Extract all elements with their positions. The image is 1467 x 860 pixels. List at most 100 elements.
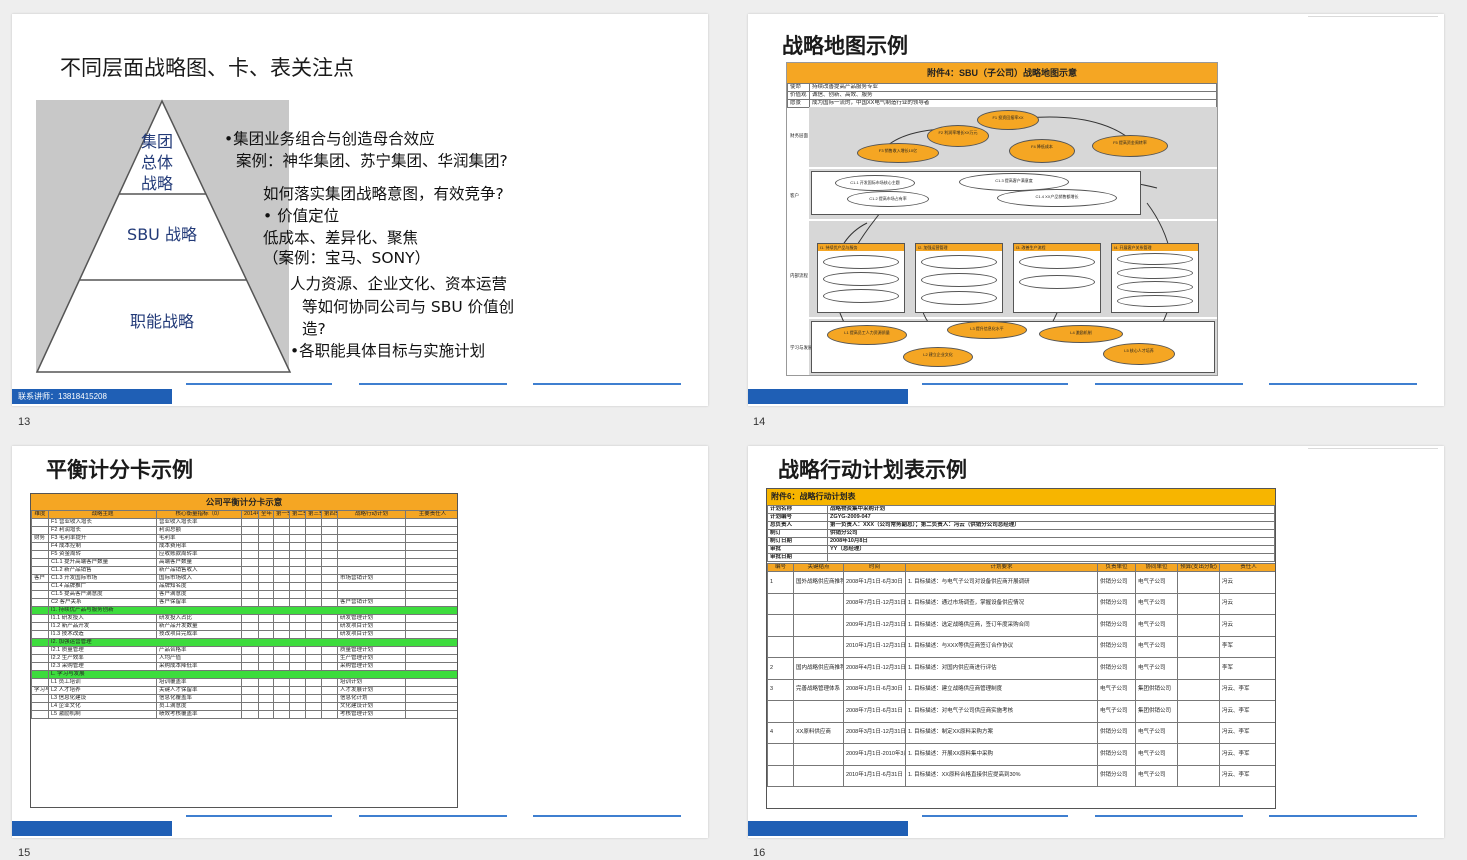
info-label: 制订 bbox=[767, 529, 828, 538]
table-cell bbox=[289, 710, 306, 719]
table-cell bbox=[258, 614, 274, 623]
table-cell bbox=[1177, 657, 1220, 680]
column-header: 维度 bbox=[31, 510, 49, 519]
column-header: 主要责任人 bbox=[405, 510, 457, 519]
table-cell: 冯云 bbox=[1219, 614, 1275, 637]
table-cell bbox=[31, 614, 49, 623]
table-cell: 文化建设计划 bbox=[337, 702, 406, 711]
table-cell bbox=[273, 622, 290, 631]
table-cell bbox=[321, 526, 338, 535]
table-cell: 供销分公司 bbox=[1097, 721, 1136, 744]
table-cell bbox=[31, 558, 49, 567]
table-cell bbox=[405, 622, 457, 631]
table-cell: 1. 目标描述：通过市场调查，掌握设备供应情况 bbox=[905, 592, 1098, 615]
table-cell bbox=[793, 614, 844, 637]
customer-oval: C1.1 开发国际市场核心主题 bbox=[835, 175, 915, 191]
table-row: 2008年7月1日-6月31日 1. 目标描述：对电气子公司供应商实施考核 电气子公… bbox=[767, 700, 1275, 723]
table-cell: 1. 目标描述：对电气子公司供应商实施考核 bbox=[905, 700, 1098, 723]
table-row: 2008年7月1日-12月31日 1. 目标描述：通过市场调查，掌握设备供应情况供… bbox=[767, 592, 1275, 615]
table-cell bbox=[405, 710, 457, 719]
table-cell bbox=[337, 542, 406, 551]
learning-oval: L3 提升信息化水平 bbox=[947, 321, 1027, 339]
table-cell bbox=[305, 542, 322, 551]
slide-15[interactable]: 平衡计分卡示例 公司平衡计分卡示意 维度战略主题核心衡量指标（0）2014年目标… bbox=[12, 446, 708, 838]
table-cell bbox=[793, 764, 844, 787]
table-cell bbox=[241, 662, 259, 671]
table-cell bbox=[273, 598, 290, 607]
table-cell bbox=[405, 662, 457, 671]
table-cell bbox=[767, 700, 794, 723]
table-row: 2010年1月1日-6月31日 1. 目标描述：XX原料合格直接供应提高到30% 供… bbox=[767, 764, 1275, 787]
table-cell: 电气子公司 bbox=[1135, 592, 1178, 615]
table-cell bbox=[241, 614, 259, 623]
table-cell bbox=[337, 582, 406, 591]
table-cell: 市场营销计划 bbox=[337, 574, 406, 583]
table-cell: 研发投入占比 bbox=[156, 614, 242, 623]
slide-13[interactable]: 不同层面战略图、卡、表关注点 集团 总体 战略 SBU 战略 职能战略 •集团业… bbox=[12, 14, 708, 406]
table-cell bbox=[305, 550, 322, 559]
table-row: 财务 F3 毛利率提升 毛利率 bbox=[31, 534, 457, 543]
slide-title: 不同层面战略图、卡、表关注点 bbox=[60, 56, 354, 80]
table-cell bbox=[273, 518, 290, 527]
slide-number: 13 bbox=[18, 416, 31, 428]
footer-line bbox=[359, 815, 507, 817]
table-cell: 完善战略管理体系 bbox=[793, 678, 844, 701]
bullet-line: 人力资源、企业文化、资本运营 bbox=[290, 275, 508, 293]
table-cell bbox=[241, 686, 259, 695]
slide-16[interactable]: 战略行动计划表示例 附件6：战略行动计划表 计划名称 战略物资集中采购计划 计划编号… bbox=[748, 446, 1444, 838]
process-box-title: I4. 开展客户关系管理 bbox=[1112, 244, 1198, 251]
process-oval bbox=[823, 272, 899, 286]
finance-oval: F3 销售收入增长10亿 bbox=[857, 143, 939, 163]
table-cell bbox=[289, 518, 306, 527]
table-row: F4 成本控制 成本费用率 bbox=[31, 542, 457, 551]
table-cell: 冯云 bbox=[1219, 571, 1275, 594]
table-cell: 员工满意度 bbox=[156, 702, 242, 711]
table-cell bbox=[241, 702, 259, 711]
table-cell: 信息化计划 bbox=[337, 694, 406, 703]
table-cell bbox=[321, 614, 338, 623]
process-box-title: I1. 持续优产品与服务 bbox=[818, 244, 904, 251]
table-row: 2010年1月1日-12月31日 1. 目标描述：与XXX等供应商签订合作协议 供销… bbox=[767, 635, 1275, 658]
table-cell: 电气子公司 bbox=[1135, 721, 1178, 744]
table-cell: 电气子公司 bbox=[1135, 657, 1178, 680]
table-cell: L5 激励机制 bbox=[48, 710, 157, 719]
scorecard-table: 维度战略主题核心衡量指标（0）2014年目标全年第一季度第二季度第三季度第四季度… bbox=[31, 510, 457, 719]
table-cell bbox=[241, 518, 259, 527]
table-cell bbox=[305, 710, 322, 719]
table-row: L3 信息化建设 信息化覆盖率 信息化计划 bbox=[31, 694, 457, 703]
slide-14[interactable]: 战略地图示例 附件4：SBU（子公司）战略地图示意 使命 持续改善提高产品服务专业… bbox=[748, 14, 1444, 406]
table-cell: 考核管理计划 bbox=[337, 710, 406, 719]
table-cell bbox=[273, 662, 290, 671]
slide-title: 平衡计分卡示例 bbox=[46, 457, 193, 482]
info-label: 计划名称 bbox=[767, 505, 828, 514]
footer-line bbox=[533, 383, 681, 385]
table-row: L5 激励机制 绩效考核覆盖率 考核管理计划 bbox=[31, 710, 457, 719]
process-oval bbox=[1019, 275, 1095, 289]
table-cell bbox=[289, 582, 306, 591]
table-cell bbox=[405, 566, 457, 575]
table-cell: 高端客户数量 bbox=[156, 558, 242, 567]
footer-line bbox=[1269, 815, 1417, 817]
process-box-title: I3. 改善生产流程 bbox=[1014, 244, 1100, 251]
table-cell bbox=[241, 694, 259, 703]
table-cell: 利润总额 bbox=[156, 526, 242, 535]
table-cell: 冯云、李军 bbox=[1219, 700, 1275, 723]
footer-bar bbox=[748, 389, 908, 404]
table-cell: I1.1 研发投入 bbox=[48, 614, 157, 623]
table-cell bbox=[337, 550, 406, 559]
process-oval bbox=[1019, 255, 1095, 269]
table-cell: 质量管理计划 bbox=[337, 646, 406, 655]
table-cell: 学习与发展 bbox=[31, 686, 49, 695]
doc-title: 附件6：战略行动计划表 bbox=[767, 489, 1275, 505]
table-row: 4 XX原料供应商 2008年3月1日-12月31日 1. 目标描述：制定XX原料采购… bbox=[767, 721, 1275, 744]
bullet-line: •各职能具体目标与实施计划 bbox=[290, 342, 486, 360]
table-cell bbox=[258, 558, 274, 567]
table-cell bbox=[31, 662, 49, 671]
table-cell bbox=[321, 686, 338, 695]
table-cell bbox=[273, 566, 290, 575]
table-cell: 培训覆盖率 bbox=[156, 678, 242, 687]
top-accent-line bbox=[1308, 16, 1438, 17]
process-box-title: I2. 加强运营管理 bbox=[916, 244, 1002, 251]
table-row: F2 利润增长 利润总额 bbox=[31, 526, 457, 535]
table-row: 1 国外战略供应商推荐 2008年1月1日-6月30日 1. 目标描述：与电气子公司对… bbox=[767, 571, 1275, 594]
